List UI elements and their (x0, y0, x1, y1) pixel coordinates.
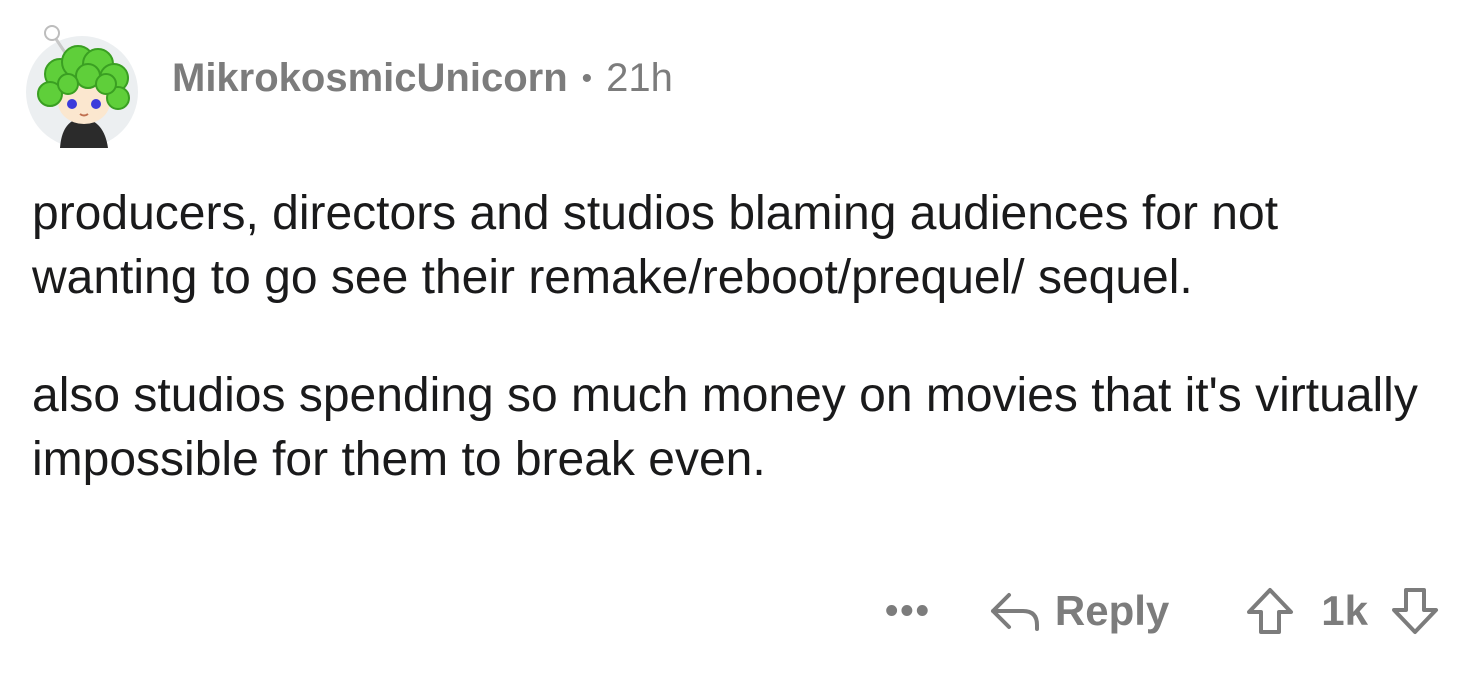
avatar[interactable] (20, 24, 144, 148)
downvote-button[interactable] (1390, 586, 1440, 636)
comment-body: producers, directors and studios blaming… (32, 182, 1452, 492)
timestamp: 21h (606, 56, 673, 100)
username-link[interactable]: MikrokosmicUnicorn (172, 56, 568, 101)
reply-arrow-icon (990, 593, 1039, 631)
reply-label: Reply (1054, 587, 1170, 634)
comment-actions: ••• Reply 1k (885, 576, 1440, 646)
comment-paragraph: producers, directors and studios blaming… (32, 187, 1279, 304)
upvote-button[interactable] (1245, 586, 1295, 636)
comment-meta: MikrokosmicUnicorn • 21h (172, 56, 673, 101)
comment: MikrokosmicUnicorn • 21h producers, dire… (0, 0, 1474, 674)
comment-header: MikrokosmicUnicorn • 21h (20, 10, 673, 155)
downvote-arrow-icon (1392, 588, 1438, 634)
meta-separator: • (581, 61, 593, 95)
more-options-button[interactable]: ••• (885, 590, 931, 633)
avatar-icon (26, 24, 138, 148)
reply-button[interactable]: Reply (987, 587, 1169, 635)
vote-score: 1k (1321, 587, 1368, 634)
upvote-arrow-icon (1247, 588, 1294, 634)
comment-paragraph: also studios spending so much money on m… (32, 369, 1418, 486)
